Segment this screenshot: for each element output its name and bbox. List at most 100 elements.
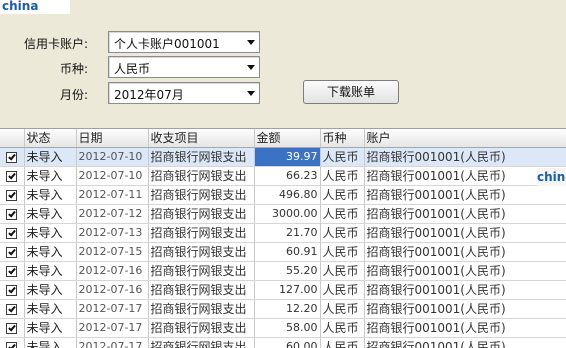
check-icon bbox=[8, 285, 17, 294]
row-checkbox-cell bbox=[0, 166, 25, 186]
cell-currency: 人民币 bbox=[320, 318, 365, 338]
table-row[interactable]: 未导入 2012-07-10 招商银行网银支出 66.23 人民币 招商银行001001(… bbox=[0, 166, 566, 186]
cell-account: 招商银行001001(人民币) bbox=[364, 185, 566, 205]
row-checkbox-cell bbox=[0, 280, 25, 300]
cell-date: 2012-07-17 bbox=[76, 318, 149, 338]
row-checkbox[interactable] bbox=[6, 247, 18, 258]
cell-status: 未导入 bbox=[24, 318, 77, 338]
currency-select-value: 人民币 bbox=[114, 62, 151, 76]
table-header-row: 状态 日期 收支项目 金额 币种 账户 bbox=[0, 129, 566, 148]
cell-item: 招商银行网银支出 bbox=[148, 166, 255, 186]
table-row[interactable]: 未导入 2012-07-15 招商银行网银支出 60.91 人民币 招商银行001001(… bbox=[0, 242, 566, 262]
table-row[interactable]: 未导入 2012-07-16 招商银行网银支出 127.00 人民币 招商银行001001… bbox=[0, 280, 566, 300]
row-checkbox-cell bbox=[0, 147, 25, 167]
account-select[interactable]: 个人卡账户001001 bbox=[108, 31, 260, 53]
check-icon bbox=[8, 342, 17, 348]
row-checkbox-cell bbox=[0, 299, 25, 319]
row-checkbox-cell bbox=[0, 261, 25, 281]
cell-item: 招商银行网银支出 bbox=[148, 204, 255, 224]
header-amount[interactable]: 金额 bbox=[254, 129, 321, 148]
cell-date: 2012-07-12 bbox=[76, 204, 149, 224]
table-row[interactable]: 未导入 2012-07-13 招商银行网银支出 21.70 人民币 招商银行001001(… bbox=[0, 223, 566, 243]
currency-select[interactable]: 人民币 bbox=[108, 56, 260, 78]
row-checkbox[interactable] bbox=[6, 190, 18, 201]
cell-status: 未导入 bbox=[24, 242, 77, 262]
cell-date: 2012-07-13 bbox=[76, 223, 149, 243]
month-select[interactable]: 2012年07月 bbox=[108, 82, 260, 104]
cell-amount: 12.20 bbox=[254, 299, 321, 319]
row-checkbox[interactable] bbox=[6, 152, 18, 163]
header-item[interactable]: 收支项目 bbox=[148, 129, 255, 148]
check-icon bbox=[8, 152, 17, 161]
cell-currency: 人民币 bbox=[320, 185, 365, 205]
table-row[interactable]: 未导入 2012-07-12 招商银行网银支出 3000.00 人民币 招商银行00100… bbox=[0, 204, 566, 224]
check-icon bbox=[8, 228, 17, 237]
row-checkbox[interactable] bbox=[6, 266, 18, 277]
row-checkbox[interactable] bbox=[6, 304, 18, 315]
cell-status: 未导入 bbox=[24, 223, 77, 243]
row-checkbox-cell bbox=[0, 204, 25, 224]
cell-account: 招商银行001001(人民币) bbox=[364, 166, 566, 186]
header-status[interactable]: 状态 bbox=[24, 129, 77, 148]
row-checkbox[interactable] bbox=[6, 285, 18, 296]
cell-account: 招商银行001001(人民币) bbox=[364, 299, 566, 319]
table-row[interactable]: 未导入 2012-07-10 招商银行网银支出 39.97 人民币 招商银行001001(… bbox=[0, 147, 566, 167]
cell-item: 招商银行网银支出 bbox=[148, 280, 255, 300]
cell-account: 招商银行001001(人民币) bbox=[364, 318, 566, 338]
cell-status: 未导入 bbox=[24, 147, 77, 167]
row-checkbox[interactable] bbox=[6, 228, 18, 239]
cell-date: 2012-07-17 bbox=[76, 299, 149, 319]
cell-amount: 21.70 bbox=[254, 223, 321, 243]
cell-status: 未导入 bbox=[24, 280, 77, 300]
cell-item: 招商银行网银支出 bbox=[148, 261, 255, 281]
row-checkbox-cell bbox=[0, 318, 25, 338]
header-currency[interactable]: 币种 bbox=[320, 129, 365, 148]
table-row[interactable]: 未导入 2012-07-17 招商银行网银支出 58.00 人民币 招商银行001001(… bbox=[0, 318, 566, 338]
row-checkbox[interactable] bbox=[6, 323, 18, 334]
account-row: 信用卡账户: 个人卡账户001001 bbox=[0, 31, 566, 53]
table-row[interactable]: 未导入 2012-07-17 招商银行网银支出 12.20 人民币 招商银行001001(… bbox=[0, 299, 566, 319]
cell-amount: 66.23 bbox=[254, 166, 321, 186]
cell-account: 招商银行001001(人民币) bbox=[364, 204, 566, 224]
currency-label: 币种: bbox=[59, 62, 88, 76]
cell-account: 招商银行001001(人民币) bbox=[364, 242, 566, 262]
header-account[interactable]: 账户 bbox=[364, 129, 566, 148]
header-date[interactable]: 日期 bbox=[76, 129, 149, 148]
cell-item: 招商银行网银支出 bbox=[148, 318, 255, 338]
cell-amount: 58.00 bbox=[254, 318, 321, 338]
cell-date: 2012-07-16 bbox=[76, 280, 149, 300]
row-checkbox[interactable] bbox=[6, 342, 18, 348]
watermark-top: china bbox=[0, 0, 70, 14]
cell-date: 2012-07-16 bbox=[76, 261, 149, 281]
row-checkbox-cell bbox=[0, 337, 25, 348]
cell-status: 未导入 bbox=[24, 166, 77, 186]
watermark-right: china bbox=[537, 168, 566, 186]
chevron-down-icon bbox=[247, 91, 255, 96]
table-row[interactable]: 未导入 2012-07-16 招商银行网银支出 55.20 人民币 招商银行001001(… bbox=[0, 261, 566, 281]
table-row[interactable]: 未导入 2012-07-17 招商银行网银支出 60.00 人民币 招商银行001001(… bbox=[0, 337, 566, 348]
cell-amount: 39.97 bbox=[254, 147, 321, 167]
cell-currency: 人民币 bbox=[320, 166, 365, 186]
header-check[interactable] bbox=[0, 129, 25, 148]
table-row[interactable]: 未导入 2012-07-11 招商银行网银支出 496.80 人民币 招商银行001001… bbox=[0, 185, 566, 205]
row-checkbox[interactable] bbox=[6, 171, 18, 182]
row-checkbox-cell bbox=[0, 185, 25, 205]
month-select-value: 2012年07月 bbox=[114, 88, 184, 102]
cell-currency: 人民币 bbox=[320, 337, 365, 348]
cell-status: 未导入 bbox=[24, 185, 77, 205]
cell-date: 2012-07-10 bbox=[76, 147, 149, 167]
cell-currency: 人民币 bbox=[320, 280, 365, 300]
currency-row: 币种: 人民币 bbox=[0, 56, 566, 78]
check-icon bbox=[8, 266, 17, 275]
cell-date: 2012-07-10 bbox=[76, 166, 149, 186]
row-checkbox[interactable] bbox=[6, 209, 18, 220]
check-icon bbox=[8, 171, 17, 180]
row-checkbox-cell bbox=[0, 223, 25, 243]
cell-account: 招商银行001001(人民币) bbox=[364, 223, 566, 243]
cell-item: 招商银行网银支出 bbox=[148, 185, 255, 205]
chevron-down-icon bbox=[247, 40, 255, 45]
cell-currency: 人民币 bbox=[320, 261, 365, 281]
cell-item: 招商银行网银支出 bbox=[148, 147, 255, 167]
cell-currency: 人民币 bbox=[320, 223, 365, 243]
download-statement-button[interactable]: 下载账单 bbox=[303, 80, 399, 104]
